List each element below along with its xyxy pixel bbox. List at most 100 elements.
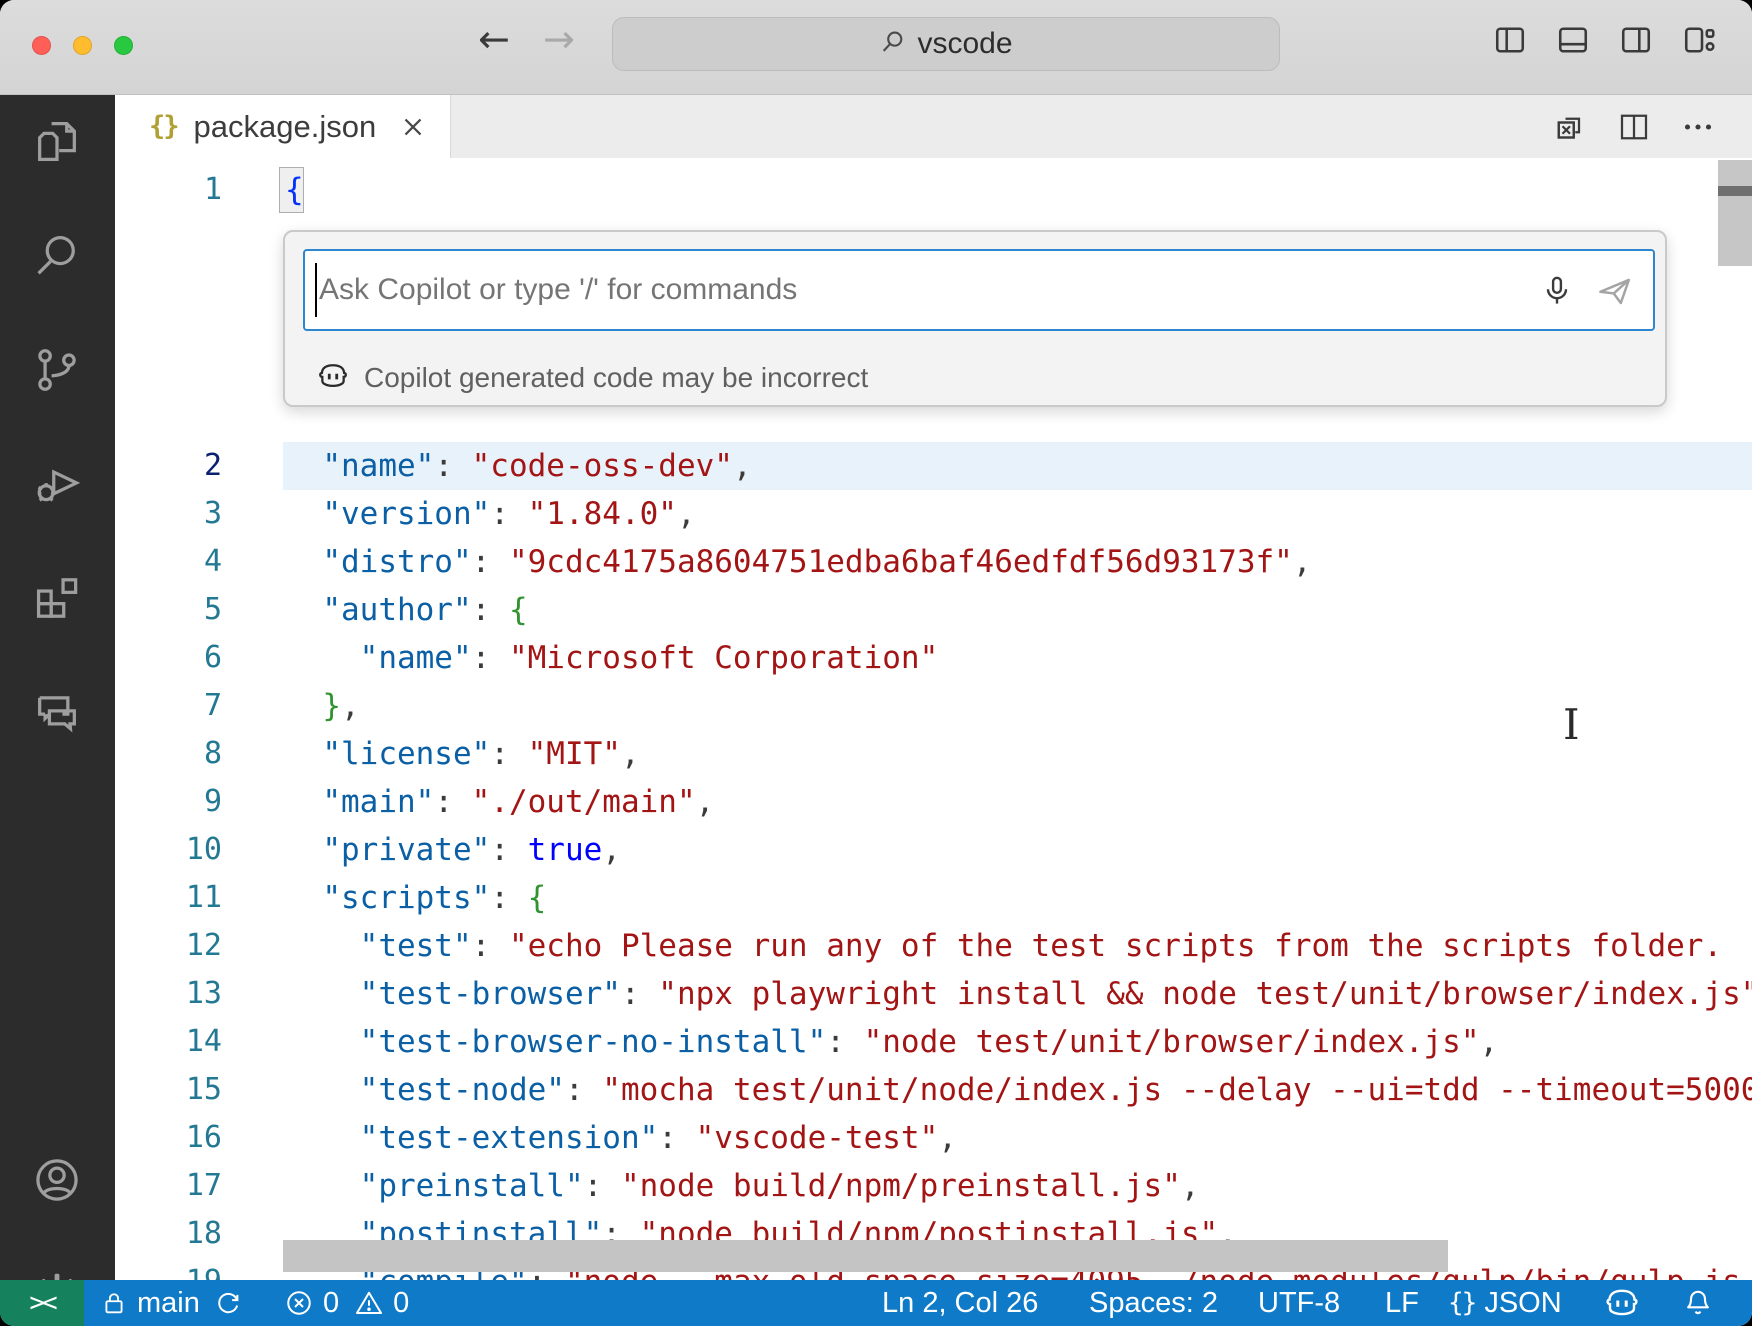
code-line-16[interactable]: "test-extension": "vscode-test",	[285, 1114, 957, 1162]
titlebar: ← → vscode	[0, 0, 1752, 95]
eol-status-item[interactable]: LF	[1385, 1280, 1419, 1326]
code-line-15[interactable]: "test-node": "mocha test/unit/node/index…	[285, 1066, 1752, 1114]
code-line-1[interactable]: {	[285, 166, 304, 214]
line-number-14: 14	[115, 1018, 222, 1066]
line-number-4: 4	[115, 538, 222, 586]
split-editor-icon[interactable]	[1616, 109, 1652, 150]
search-view-icon[interactable]	[31, 230, 83, 282]
more-actions-icon[interactable]	[1680, 109, 1716, 150]
editor[interactable]: 12345678910111213141516171819 { "name": …	[115, 158, 1752, 1280]
toggle-primary-sidebar-icon[interactable]	[1491, 22, 1529, 58]
toggle-panel-icon[interactable]	[1554, 22, 1592, 58]
copilot-input[interactable]: Ask Copilot or type '/' for commands	[303, 249, 1655, 331]
line-number-6: 6	[115, 634, 222, 682]
code-line-17[interactable]: "preinstall": "node build/npm/preinstall…	[285, 1162, 1200, 1210]
line-number-13: 13	[115, 970, 222, 1018]
error-icon	[284, 1288, 314, 1318]
language-status-item[interactable]: {} JSON	[1448, 1280, 1562, 1326]
screenshot: ← → vscode	[0, 0, 1752, 1326]
branch-status-item[interactable]: main	[100, 1280, 243, 1326]
code-line-3[interactable]: "version": "1.84.0",	[285, 490, 696, 538]
remote-icon: ><	[29, 1288, 54, 1318]
line-number-19: 19	[115, 1258, 222, 1280]
forward-button[interactable]: →	[543, 20, 575, 58]
line-number-7: 7	[115, 682, 222, 730]
toggle-secondary-sidebar-icon[interactable]	[1617, 22, 1655, 58]
source-control-icon[interactable]	[31, 344, 83, 396]
copilot-logo-icon	[317, 360, 349, 397]
zoom-window-button[interactable]	[114, 36, 133, 55]
problems-status-item[interactable]: 0 0	[284, 1280, 409, 1326]
accounts-icon[interactable]	[31, 1154, 83, 1206]
json-file-icon: {}	[149, 111, 178, 142]
code-line-9[interactable]: "main": "./out/main",	[285, 778, 714, 826]
json-glyph: {}	[1448, 1288, 1475, 1318]
indentation-status-item[interactable]: Spaces: 2	[1089, 1280, 1218, 1326]
status-bar: >< main 0 0	[0, 1280, 1752, 1326]
code-line-12[interactable]: "test": "echo Please run any of the test…	[285, 922, 1722, 970]
line-number-3: 3	[115, 490, 222, 538]
cursor-position-status-item[interactable]: Ln 2, Col 26	[882, 1280, 1038, 1326]
minimize-window-button[interactable]	[73, 36, 92, 55]
close-all-editors-icon[interactable]	[1552, 109, 1588, 150]
input-caret	[315, 263, 317, 317]
tab-bar: {} package.json	[115, 95, 1752, 158]
lock-icon	[100, 1289, 128, 1317]
text-cursor: I	[1563, 704, 1580, 746]
code-line-4[interactable]: "distro": "9cdc4175a8604751edba6baf46edf…	[285, 538, 1312, 586]
vertical-scrollbar[interactable]	[1718, 160, 1752, 266]
code-line-2[interactable]: "name": "code-oss-dev",	[285, 442, 752, 490]
run-and-debug-icon[interactable]	[31, 458, 83, 510]
line-number-16: 16	[115, 1114, 222, 1162]
extensions-icon[interactable]	[31, 572, 83, 624]
sync-icon	[213, 1288, 243, 1318]
customize-layout-icon[interactable]	[1680, 22, 1718, 58]
command-center-search[interactable]: vscode	[612, 17, 1280, 71]
back-button[interactable]: ←	[478, 20, 510, 58]
line-number-5: 5	[115, 586, 222, 634]
vscode-window: ← → vscode	[0, 0, 1752, 1326]
code-line-14[interactable]: "test-browser-no-install": "node test/un…	[285, 1018, 1498, 1066]
search-value: vscode	[917, 27, 1012, 61]
warning-count: 0	[393, 1287, 409, 1320]
tab-package-json[interactable]: {} package.json	[115, 95, 451, 158]
code-line-13[interactable]: "test-browser": "npx playwright install …	[285, 970, 1752, 1018]
line-number-18: 18	[115, 1210, 222, 1258]
horizontal-scrollbar[interactable]	[283, 1240, 1448, 1272]
tab-label: package.json	[194, 109, 377, 145]
warning-icon	[354, 1288, 384, 1318]
copilot-placeholder: Ask Copilot or type '/' for commands	[319, 273, 797, 307]
line-number-17: 17	[115, 1162, 222, 1210]
line-number-2: 2	[115, 442, 222, 490]
explorer-icon[interactable]	[31, 116, 83, 168]
language-label: JSON	[1484, 1287, 1561, 1320]
code-line-7[interactable]: },	[285, 682, 360, 730]
notifications-bell-icon[interactable]	[1682, 1280, 1714, 1326]
copilot-status-item[interactable]	[1604, 1280, 1640, 1326]
line-number-9: 9	[115, 778, 222, 826]
branch-name: main	[137, 1287, 200, 1320]
line-number-15: 15	[115, 1066, 222, 1114]
copilot-disclaimer: Copilot generated code may be incorrect	[364, 362, 868, 394]
tab-close-icon[interactable]	[398, 112, 428, 142]
copilot-inline-chat: Ask Copilot or type '/' for commands	[283, 230, 1667, 407]
microphone-icon[interactable]	[1539, 273, 1575, 309]
line-number-8: 8	[115, 730, 222, 778]
line-number-11: 11	[115, 874, 222, 922]
code-line-10[interactable]: "private": true,	[285, 826, 621, 874]
code-line-8[interactable]: "license": "MIT",	[285, 730, 640, 778]
encoding-status-item[interactable]: UTF-8	[1258, 1280, 1340, 1326]
line-number-1: 1	[115, 166, 222, 214]
code-line-11[interactable]: "scripts": {	[285, 874, 546, 922]
code-line-5[interactable]: "author": {	[285, 586, 528, 634]
chat-icon[interactable]	[31, 686, 83, 738]
code-line-6[interactable]: "name": "Microsoft Corporation"	[285, 634, 938, 682]
line-number-12: 12	[115, 922, 222, 970]
line-number-10: 10	[115, 826, 222, 874]
close-window-button[interactable]	[32, 36, 51, 55]
remote-indicator[interactable]: ><	[0, 1280, 84, 1326]
overview-ruler-cursor-marker	[1718, 186, 1752, 196]
error-count: 0	[323, 1287, 339, 1320]
copilot-status-icon	[1604, 1285, 1640, 1321]
send-icon[interactable]	[1595, 273, 1635, 309]
